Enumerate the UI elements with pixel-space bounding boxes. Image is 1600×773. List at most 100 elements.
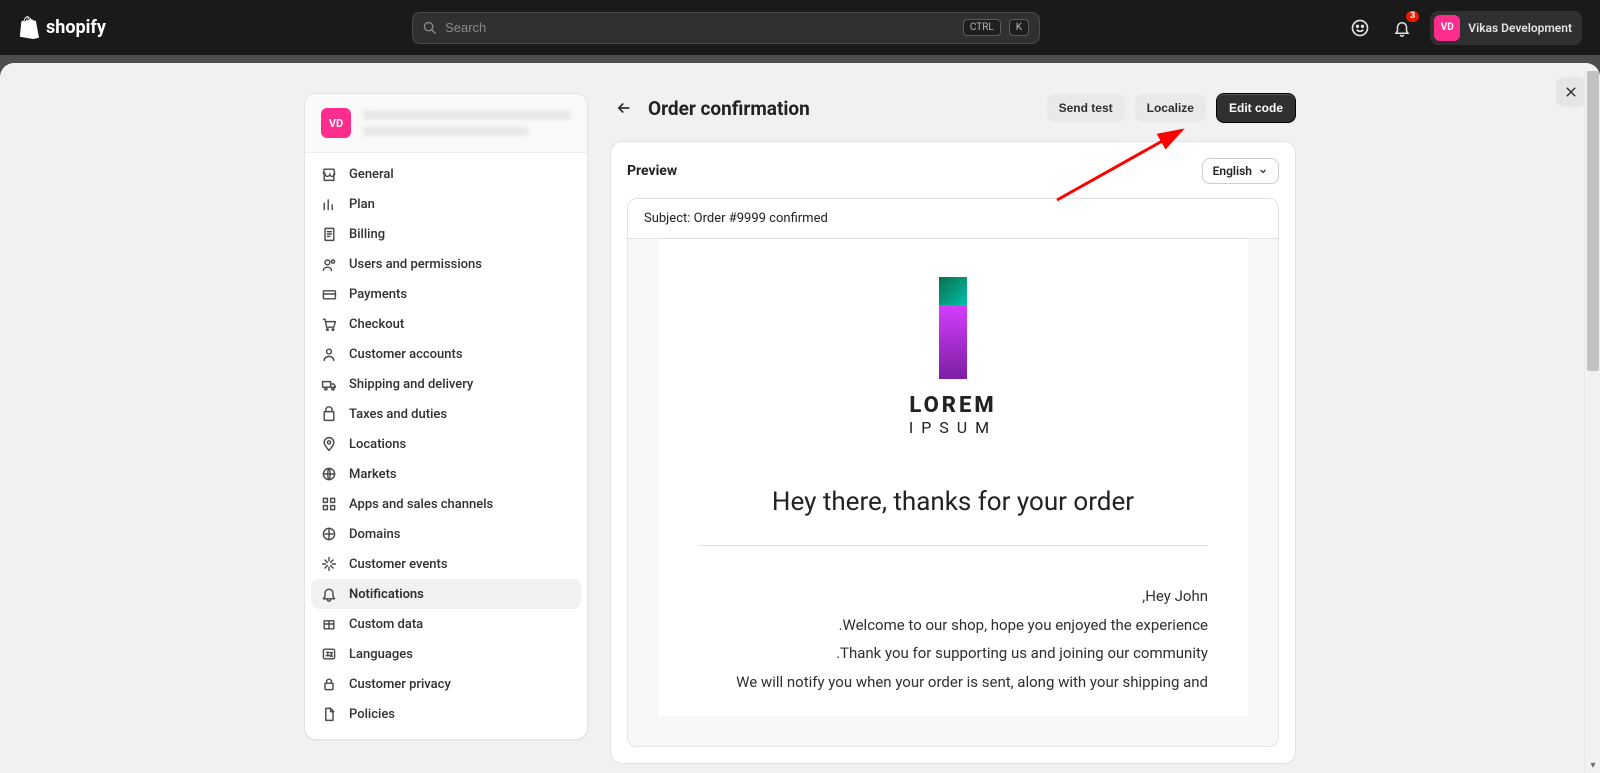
back-button[interactable] bbox=[610, 94, 638, 122]
close-overlay-button[interactable] bbox=[1556, 77, 1586, 107]
profile-menu[interactable]: VD Vikas Development bbox=[1430, 11, 1582, 45]
sidebar-item-label: Apps and sales channels bbox=[349, 497, 493, 512]
language-select[interactable]: English bbox=[1202, 158, 1279, 184]
sidebar-item-notifications[interactable]: Notifications bbox=[311, 579, 581, 609]
sidebar-item-plan[interactable]: Plan bbox=[311, 189, 581, 219]
close-icon bbox=[1564, 85, 1578, 99]
sidebar-item-general[interactable]: General bbox=[311, 159, 581, 189]
avatar: VD bbox=[1434, 15, 1460, 41]
chart-icon bbox=[321, 196, 337, 212]
main: Order confirmation Send test Localize Ed… bbox=[610, 93, 1296, 773]
sidebar-item-label: Locations bbox=[349, 437, 406, 452]
preview-card: Preview English Subject: Order #9999 con… bbox=[610, 141, 1296, 764]
sidebar-item-label: Domains bbox=[349, 527, 400, 542]
email-line: .Welcome to our shop, hope you enjoyed t… bbox=[698, 611, 1208, 640]
email-inner: LOREM IPSUM Hey there, thanks for your o… bbox=[658, 239, 1248, 716]
sidebar-item-label: Plan bbox=[349, 197, 375, 212]
user-name: Vikas Development bbox=[1468, 21, 1572, 35]
sidebar-item-label: Taxes and duties bbox=[349, 407, 447, 422]
subject-value: Order #9999 confirmed bbox=[694, 211, 828, 226]
sidebar-item-users-and-permissions[interactable]: Users and permissions bbox=[311, 249, 581, 279]
sidebar-item-apps-and-sales-channels[interactable]: Apps and sales channels bbox=[311, 489, 581, 519]
scrollbar-thumb[interactable] bbox=[1587, 71, 1599, 371]
send-test-button[interactable]: Send test bbox=[1047, 94, 1125, 122]
page-title: Order confirmation bbox=[648, 97, 1037, 120]
sidebar-card: VD General Plan Billing Users and permissio… bbox=[304, 93, 588, 740]
store-icon bbox=[321, 166, 337, 182]
preview-title: Preview bbox=[627, 163, 677, 179]
subject-bar: Subject: Order #9999 confirmed bbox=[628, 199, 1278, 239]
sidebar-item-label: Customer privacy bbox=[349, 677, 451, 692]
cart-icon bbox=[321, 316, 337, 332]
settings-sidebar: VD General Plan Billing Users and permissio… bbox=[304, 93, 588, 773]
topbar: shopify CTRL K 3 VD Vikas Development bbox=[0, 0, 1600, 55]
logo-text-2: IPSUM bbox=[909, 418, 997, 437]
logo-shape bbox=[939, 277, 967, 379]
search-input[interactable] bbox=[445, 20, 955, 35]
notifications-button[interactable]: 3 bbox=[1388, 14, 1416, 42]
sidebar-item-label: Customer accounts bbox=[349, 347, 463, 362]
preview-header: Preview English bbox=[627, 158, 1279, 184]
arrow-left-icon bbox=[615, 99, 633, 117]
users-icon bbox=[321, 256, 337, 272]
person-icon bbox=[321, 346, 337, 362]
sidebar-item-domains[interactable]: Domains bbox=[311, 519, 581, 549]
sidebar-item-billing[interactable]: Billing bbox=[311, 219, 581, 249]
sidebar-item-label: Shipping and delivery bbox=[349, 377, 473, 392]
agent-icon bbox=[1350, 18, 1370, 38]
email-preview-frame: Subject: Order #9999 confirmed bbox=[627, 198, 1279, 747]
sidebar-item-taxes-and-duties[interactable]: Taxes and duties bbox=[311, 399, 581, 429]
status-icon[interactable] bbox=[1346, 14, 1374, 42]
shopify-logo[interactable]: shopify bbox=[18, 16, 106, 40]
brand-label: shopify bbox=[46, 17, 106, 38]
vertical-scrollbar[interactable]: ▾ bbox=[1584, 71, 1600, 773]
sidebar-item-markets[interactable]: Markets bbox=[311, 459, 581, 489]
page-header: Order confirmation Send test Localize Ed… bbox=[610, 93, 1296, 123]
lang-icon bbox=[321, 646, 337, 662]
domain-icon bbox=[321, 526, 337, 542]
globe-icon bbox=[321, 466, 337, 482]
sidebar-item-payments[interactable]: Payments bbox=[311, 279, 581, 309]
localize-button[interactable]: Localize bbox=[1135, 94, 1206, 122]
sidebar-item-customer-accounts[interactable]: Customer accounts bbox=[311, 339, 581, 369]
sidebar-item-languages[interactable]: Languages bbox=[311, 639, 581, 669]
email-line: .Thank you for supporting us and joining… bbox=[698, 639, 1208, 668]
scrollbar-down-button[interactable]: ▾ bbox=[1585, 757, 1600, 773]
sidebar-item-checkout[interactable]: Checkout bbox=[311, 309, 581, 339]
notification-badge: 3 bbox=[1406, 11, 1419, 22]
bag-icon bbox=[321, 406, 337, 422]
truck-icon bbox=[321, 376, 337, 392]
store-name-redacted bbox=[363, 110, 571, 136]
sidebar-item-label: Languages bbox=[349, 647, 413, 662]
subject-label: Subject: bbox=[644, 211, 690, 226]
store-avatar: VD bbox=[321, 108, 351, 138]
sidebar-item-policies[interactable]: Policies bbox=[311, 699, 581, 729]
sidebar-item-label: Billing bbox=[349, 227, 385, 242]
modal-backdrop: ▾ VD General Plan Billing Users and permiss… bbox=[0, 55, 1600, 773]
sidebar-item-label: Markets bbox=[349, 467, 397, 482]
email-paragraphs: ,Hey John.Welcome to our shop, hope you … bbox=[698, 582, 1208, 696]
settings-overlay: ▾ VD General Plan Billing Users and permiss… bbox=[0, 63, 1600, 773]
sidebar-item-customer-privacy[interactable]: Customer privacy bbox=[311, 669, 581, 699]
sidebar-store-header[interactable]: VD bbox=[305, 94, 587, 153]
sidebar-item-label: Users and permissions bbox=[349, 257, 482, 272]
topbar-right: 3 VD Vikas Development bbox=[1346, 11, 1582, 45]
sidebar-item-custom-data[interactable]: Custom data bbox=[311, 609, 581, 639]
sidebar-item-label: Custom data bbox=[349, 617, 423, 632]
content: VD General Plan Billing Users and permissio… bbox=[304, 63, 1296, 773]
sidebar-item-label: Notifications bbox=[349, 587, 424, 602]
chevron-down-icon bbox=[1258, 166, 1268, 176]
sidebar-item-label: Customer events bbox=[349, 557, 448, 572]
edit-code-button[interactable]: Edit code bbox=[1216, 93, 1296, 123]
search-wrap: CTRL K bbox=[122, 12, 1330, 44]
search-bar[interactable]: CTRL K bbox=[412, 12, 1040, 44]
box-icon bbox=[321, 616, 337, 632]
sidebar-item-locations[interactable]: Locations bbox=[311, 429, 581, 459]
sidebar-list: General Plan Billing Users and permissions P… bbox=[305, 153, 587, 739]
sidebar-item-shipping-and-delivery[interactable]: Shipping and delivery bbox=[311, 369, 581, 399]
logo-text-1: LOREM bbox=[909, 393, 996, 418]
sidebar-item-customer-events[interactable]: Customer events bbox=[311, 549, 581, 579]
search-icon bbox=[423, 21, 437, 35]
shopify-bag-icon bbox=[18, 16, 40, 40]
doc-icon bbox=[321, 706, 337, 722]
